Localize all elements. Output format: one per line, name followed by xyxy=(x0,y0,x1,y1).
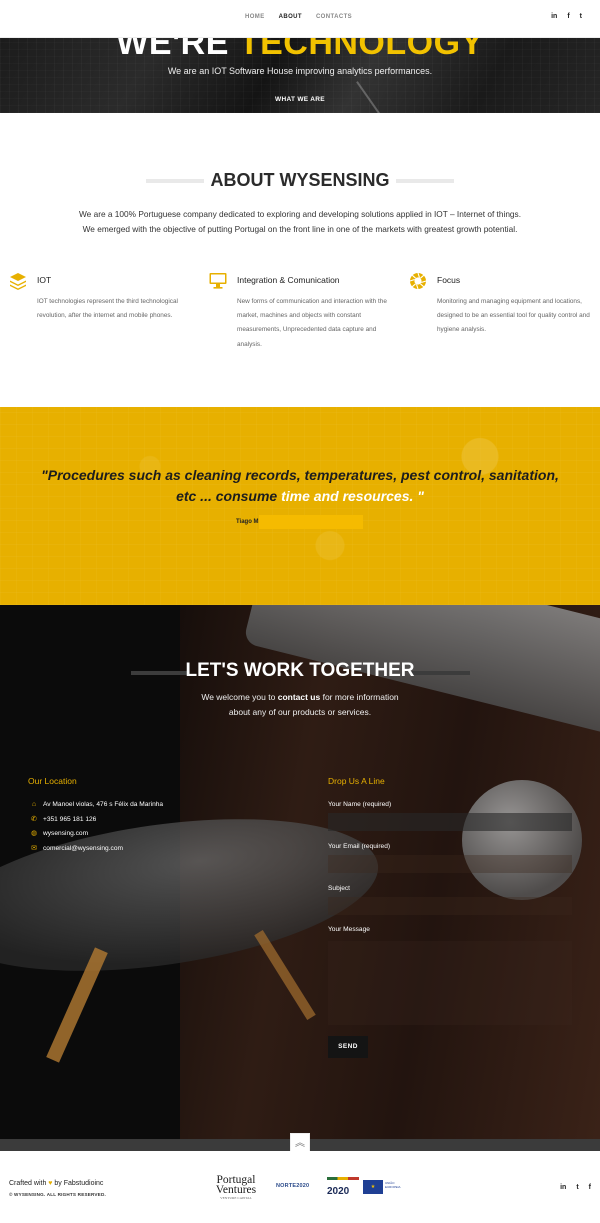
website-link[interactable]: wysensing.com xyxy=(43,830,88,837)
portugal2020-logo: 2020 xyxy=(327,1177,359,1199)
main-menu: HOME ABOUT CONTACTS xyxy=(245,14,352,20)
contact-subtitle: We welcome you to contact us for more in… xyxy=(0,690,600,719)
about-intro-line2: We emerged with the objective of putting… xyxy=(82,223,518,234)
nav-about[interactable]: ABOUT xyxy=(279,14,302,20)
nav-home[interactable]: HOME xyxy=(245,14,265,20)
hero-subtitle: We are an IOT Software House improving a… xyxy=(167,66,433,76)
mail-icon: ✉ xyxy=(31,845,37,852)
what-we-are-button[interactable]: WHAT WE ARE xyxy=(0,96,600,103)
hero-title-part1: WE'RE xyxy=(116,38,239,62)
website-row: ◍ wysensing.com xyxy=(31,829,88,838)
feature-title: Integration & Comunication xyxy=(237,275,340,285)
subject-label: Subject xyxy=(328,885,350,892)
contact-sub-after: for more information xyxy=(320,692,399,702)
about-intro-line1: We are a 100% Portuguese company dedicat… xyxy=(78,209,522,219)
phone-icon: ✆ xyxy=(31,816,37,823)
portugal2020-number: 2020 xyxy=(327,1186,350,1197)
nav-social-links: in f t xyxy=(551,13,582,20)
email-link[interactable]: comercial@wysensing.com xyxy=(43,845,123,852)
twitter-icon[interactable]: t xyxy=(576,1184,578,1191)
mouse-photo xyxy=(462,780,582,900)
location-title: Our Location xyxy=(28,776,77,786)
copyright: © WYSENSING. ALL RIGHTS RESERVED. xyxy=(9,1192,106,1197)
message-label: Your Message xyxy=(328,926,370,933)
hero-title: WE'RE TECHNOLOGY xyxy=(0,38,600,63)
linkedin-icon[interactable]: in xyxy=(560,1184,566,1191)
footer-social-links: in t f xyxy=(560,1184,591,1191)
contact-subtitle-line1: We welcome you to contact us for more in… xyxy=(0,690,600,705)
crafted-before: Crafted with xyxy=(9,1180,49,1187)
quote-highlight-text: time and resources. xyxy=(281,488,414,504)
testimonial-quote: "Procedures such as cleaning records, te… xyxy=(30,465,570,507)
contact-us-link[interactable]: contact us xyxy=(278,692,321,702)
home-icon: ⌂ xyxy=(31,801,37,808)
contact-sub-before: We welcome you to xyxy=(201,692,278,702)
feature-title: Focus xyxy=(437,275,461,285)
name-field[interactable] xyxy=(328,813,572,831)
portugal2020-bars xyxy=(327,1177,359,1180)
norte2020-logo: NORTE2020 xyxy=(276,1183,310,1189)
email-row: ✉ comercial@wysensing.com xyxy=(31,844,123,853)
eu-flag-icon: ★ xyxy=(363,1180,383,1194)
feature-text: Monitoring and managing equipment and lo… xyxy=(437,298,590,334)
crafted-after: by Fabstudioinc xyxy=(52,1180,104,1187)
email-field[interactable] xyxy=(328,855,572,873)
crafted-with: Crafted with ♥ by Fabstudioinc xyxy=(9,1180,103,1187)
eu-logo-text: UNIÃO EUROPEIA xyxy=(385,1181,401,1189)
address-text: Av Manoel violas, 476 s Félix da Marinha xyxy=(43,801,164,808)
testimonial-author: Tiago M xyxy=(236,519,259,525)
subject-field[interactable] xyxy=(328,897,572,915)
phone-text[interactable]: +351 965 181 126 xyxy=(43,816,96,823)
globe-icon: ◍ xyxy=(31,830,38,837)
top-navbar: HOME ABOUT CONTACTS in f t xyxy=(0,0,600,38)
feature-title: IOT xyxy=(37,275,52,285)
contact-subtitle-line2: about any of our products or services. xyxy=(228,706,372,717)
hero-banner: WE'RE TECHNOLOGY We are an IOT Software … xyxy=(0,38,600,113)
contact-heading: LET'S WORK TOGETHER xyxy=(0,660,600,686)
author-highlight-bar xyxy=(259,515,363,529)
hero-title-highlight: TECHNOLOGY xyxy=(238,38,484,62)
facebook-icon[interactable]: f xyxy=(567,13,569,20)
about-intro: We are a 100% Portuguese company dedicat… xyxy=(0,207,600,236)
about-title: ABOUT WYSENSING xyxy=(210,170,390,190)
chevron-up-icon: ︽ xyxy=(295,1138,305,1149)
facebook-icon[interactable]: f xyxy=(589,1184,591,1191)
nav-contacts[interactable]: CONTACTS xyxy=(316,14,352,20)
monitor-icon xyxy=(209,273,227,289)
logo-pv-line2: Ventures xyxy=(215,1184,257,1196)
contact-title: LET'S WORK TOGETHER xyxy=(185,660,415,681)
testimonial-section: "Procedures such as cleaning records, te… xyxy=(0,407,600,605)
footer: Crafted with ♥ by Fabstudioinc © WYSENSI… xyxy=(0,1151,600,1223)
feature-text: New forms of communication and interacti… xyxy=(237,298,387,348)
form-title: Drop Us A Line xyxy=(328,776,385,786)
layers-icon xyxy=(10,273,26,290)
linkedin-icon[interactable]: in xyxy=(551,13,557,20)
phone-row: ✆ +351 965 181 126 xyxy=(31,815,96,824)
scroll-to-top-button[interactable]: ︽ xyxy=(290,1133,310,1153)
logo-pv-small: VENTURE CAPITAL xyxy=(220,1196,252,1200)
email-label: Your Email (required) xyxy=(328,843,391,850)
message-field[interactable] xyxy=(328,941,572,1025)
send-button[interactable]: SEND xyxy=(328,1036,368,1058)
feature-text: IOT technologies represent the third tec… xyxy=(37,298,178,320)
quote-closing-mark: " xyxy=(413,488,424,504)
address-row: ⌂ Av Manoel violas, 476 s Félix da Marin… xyxy=(31,801,163,808)
twitter-icon[interactable]: t xyxy=(580,13,582,20)
name-label: Your Name (required) xyxy=(328,801,392,808)
portugal-ventures-logo: Portugal Ventures VENTURE CAPITAL xyxy=(205,1174,267,1200)
aperture-icon xyxy=(409,272,427,290)
about-heading: ABOUT WYSENSING xyxy=(0,170,600,192)
